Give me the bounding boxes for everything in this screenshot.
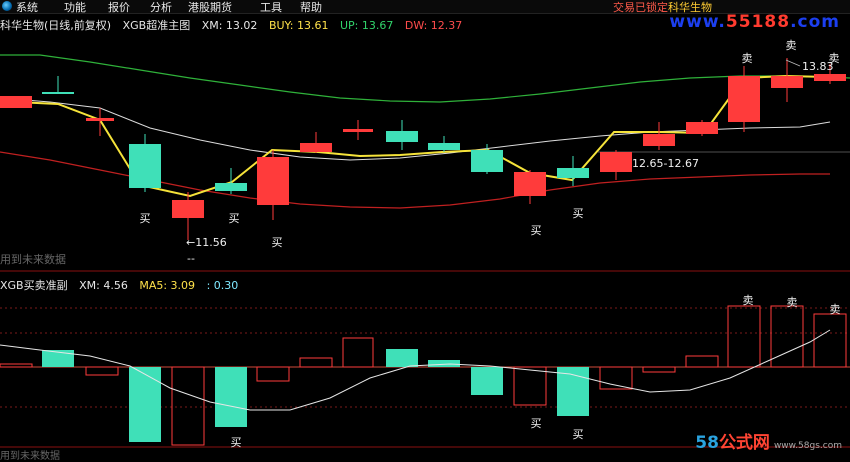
hist-bar-up: [727, 305, 761, 368]
sub-sell-mark: 卖: [787, 296, 798, 309]
sub-sell-mark: 卖: [830, 303, 841, 316]
low-price-label: ←11.56: [186, 236, 227, 249]
sub-buy-mark: 买: [573, 428, 584, 441]
hist-bar-down: [471, 367, 503, 395]
hist-bar-up: [642, 366, 676, 373]
ma5-line: [0, 329, 831, 411]
candle-doji: [42, 92, 74, 94]
hist-bar-up: [813, 313, 847, 368]
candle-up: [0, 96, 32, 108]
hist-bar-up: [85, 366, 119, 376]
hist-bar-up: [342, 337, 374, 368]
sub-buy-mark: 买: [231, 436, 242, 449]
candle-down: [129, 144, 161, 188]
upper-band-line: [0, 54, 850, 103]
sell-mark: 卖: [786, 39, 797, 52]
candle-up: [343, 129, 373, 132]
hist-bar-down: [386, 349, 418, 367]
hist-bar-up: [0, 363, 33, 368]
candlesticks: [0, 58, 846, 240]
hist-bar-down: [215, 367, 247, 427]
candle-up: [643, 134, 675, 146]
hist-bar-up: [256, 366, 290, 382]
candle-up: [300, 143, 332, 152]
chart-canvas[interactable]: ←11.56 -- 13.83 12.65-12.67 买 买 买 买 买 卖 …: [0, 0, 850, 455]
candle-up: [86, 118, 114, 121]
sub-buy-mark: 买: [531, 417, 542, 430]
candle-up: [514, 172, 546, 196]
candle-up: [814, 74, 846, 81]
buy-mark: 买: [272, 236, 283, 249]
buy-mark: 买: [531, 224, 542, 237]
candle-up: [771, 76, 803, 88]
hist-bar-up: [685, 355, 719, 368]
buy-mark: 买: [229, 212, 240, 225]
sub-histogram: [0, 305, 847, 446]
candle-up: [728, 76, 760, 122]
candle-up: [686, 122, 718, 134]
price-range-label: 12.65-12.67: [632, 157, 699, 170]
hist-bar-down: [129, 367, 161, 442]
hist-bar-up: [513, 366, 547, 406]
candle-up: [257, 157, 289, 205]
candle-up: [600, 152, 632, 172]
buy-mark: 买: [573, 207, 584, 220]
hist-bar-up: [299, 357, 333, 368]
bottom-watermark: 58公式网 www.58gs.com: [695, 433, 842, 453]
candle-down: [386, 131, 418, 142]
hist-bar-up: [171, 366, 205, 446]
candle-down: [471, 150, 503, 172]
high-price-pointer: [785, 59, 801, 67]
sell-mark: 卖: [742, 52, 753, 65]
sell-mark: 卖: [829, 52, 840, 65]
candle-down: [428, 143, 460, 150]
hist-bar-down: [428, 360, 460, 367]
candle-down: [215, 183, 247, 191]
buy-mark: 买: [140, 212, 151, 225]
candle-down: [557, 168, 589, 178]
sub-sell-mark: 卖: [743, 294, 754, 307]
low-price-marker: --: [187, 252, 195, 265]
candle-up: [172, 200, 204, 218]
